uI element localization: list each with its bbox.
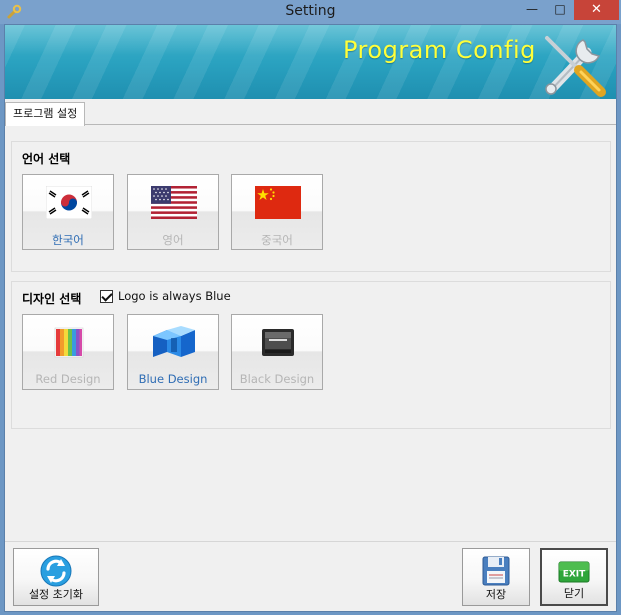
language-option-label: 한국어 [52,233,84,247]
save-label: 저장 [485,588,507,601]
title-bar: Setting — □ ✕ [0,0,621,24]
window-client: Program Config 프로그램 설정 언어 선택 한국어 영어 중국어 … [4,24,617,612]
language-option-label: 중국어 [261,233,293,247]
china-flag-icon [255,186,301,219]
close-window-button[interactable]: ✕ [574,0,619,20]
floppy-disk-icon [482,556,510,586]
banner: Program Config [5,25,616,99]
design-option-black[interactable]: Black Design [231,314,323,390]
tab-strip: 프로그램 설정 [5,99,616,126]
design-group-title: 디자인 선택 [22,292,82,306]
design-option-blue[interactable]: Blue Design [127,314,219,390]
language-group: 언어 선택 한국어 영어 중국어 [11,141,611,272]
close-label: 닫기 [563,587,585,600]
checkbox-checked-icon[interactable] [100,289,113,303]
maximize-button[interactable]: □ [546,0,574,20]
banner-title: Program Config [343,36,536,64]
design-group: 디자인 선택 Logo is always Blue Red Design Bl… [11,281,611,429]
design-option-label: Black Design [239,372,315,386]
language-option-korean[interactable]: 한국어 [22,174,114,250]
language-group-title: 언어 선택 [22,152,71,166]
usa-flag-icon [151,186,197,219]
design-option-label: Blue Design [138,372,208,386]
refresh-icon [40,555,72,587]
reset-settings-button[interactable]: 설정 초기화 [13,548,99,606]
blue-design-icon [153,326,195,357]
reset-settings-label: 설정 초기화 [28,588,84,601]
minimize-button[interactable]: — [518,0,546,20]
exit-icon: EXIT [558,561,590,583]
settings-panel: 언어 선택 한국어 영어 중국어 디자인 선택 Logo is always B… [5,125,616,541]
tab-program-settings[interactable]: 프로그램 설정 [5,102,86,126]
black-design-icon [262,329,294,356]
language-option-english[interactable]: 영어 [127,174,219,250]
logo-always-blue-checkbox[interactable]: Logo is always Blue [100,289,231,303]
exit-icon-text: EXIT [563,570,586,580]
language-option-chinese[interactable]: 중국어 [231,174,323,250]
save-button[interactable]: 저장 [462,548,530,606]
footer-divider [5,541,616,542]
tools-icon [545,36,606,97]
design-option-label: Red Design [35,372,101,386]
red-design-icon [54,327,84,358]
korea-flag-icon [46,186,92,219]
logo-always-blue-label: Logo is always Blue [118,289,231,303]
design-option-red[interactable]: Red Design [22,314,114,390]
close-button[interactable]: EXIT 닫기 [540,548,608,606]
language-option-label: 영어 [162,233,184,247]
